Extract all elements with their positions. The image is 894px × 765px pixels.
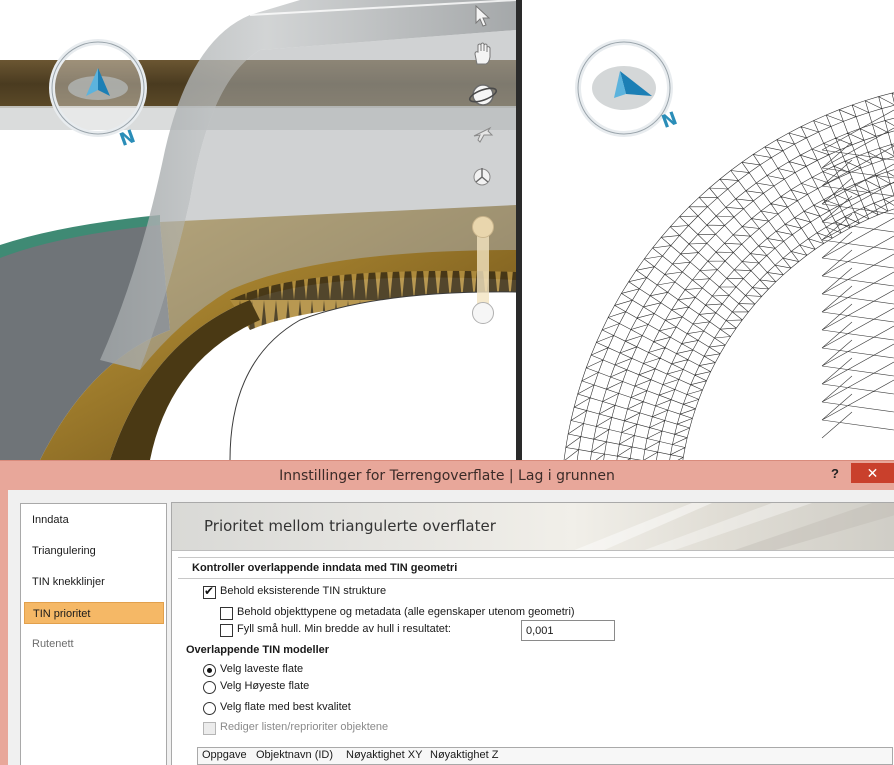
edit-list-label: Rediger listen/reprioriter objektene bbox=[220, 721, 389, 733]
settings-nav-list: Inndata Triangulering TIN knekklinjer TI… bbox=[20, 503, 167, 765]
section-header-overlap-tin: Overlappende TIN modeller bbox=[186, 644, 330, 656]
dialog-body: Inndata Triangulering TIN knekklinjer TI… bbox=[0, 490, 894, 765]
min-hole-width-input[interactable] bbox=[521, 620, 615, 641]
help-button[interactable]: ? bbox=[821, 463, 849, 485]
terrain-settings-dialog: Innstillinger for Terrengoverflate | Lag… bbox=[0, 460, 894, 765]
nav-item-triangulering[interactable]: Triangulering bbox=[24, 540, 164, 562]
nav-item-tin-knekklinjer[interactable]: TIN knekklinjer bbox=[24, 571, 164, 593]
separator bbox=[178, 557, 894, 558]
column-header-objektnavn[interactable]: Objektnavn (ID) bbox=[256, 749, 333, 761]
keep-tin-label: Behold eksisterende TIN strukture bbox=[220, 585, 387, 597]
viewport-area[interactable]: N N bbox=[0, 0, 894, 460]
lowest-surface-label: Velg laveste flate bbox=[220, 663, 304, 675]
best-quality-radio[interactable] bbox=[203, 702, 216, 715]
right-wireframe-viewport[interactable]: N bbox=[522, 0, 894, 460]
column-header-accuracy-xy[interactable]: Nøyaktighet XY bbox=[346, 749, 422, 761]
close-button[interactable]: ✕ bbox=[851, 463, 894, 483]
nav-item-tin-prioritet[interactable]: TIN prioritet bbox=[24, 602, 164, 624]
settings-content-panel: Prioritet mellom triangulerte overflater… bbox=[171, 502, 894, 765]
highest-surface-label: Velg Høyeste flate bbox=[220, 680, 310, 692]
section-banner: Prioritet mellom triangulerte overflater bbox=[172, 503, 894, 551]
zoom-slider-handle[interactable] bbox=[472, 302, 494, 324]
priority-table-header: Oppgave Objektnavn (ID) Nøyaktighet XY N… bbox=[197, 747, 893, 765]
keep-tin-checkbox[interactable] bbox=[203, 584, 216, 599]
fill-holes-checkbox[interactable] bbox=[220, 624, 233, 637]
column-header-accuracy-z[interactable]: Nøyaktighet Z bbox=[430, 749, 498, 761]
pan-hand-icon[interactable] bbox=[470, 42, 494, 66]
keep-types-label: Behold objekttypene og metadata (alle eg… bbox=[237, 606, 575, 618]
lowest-surface-radio[interactable] bbox=[203, 664, 216, 677]
zoom-slider-top-handle[interactable] bbox=[472, 216, 494, 238]
fly-icon[interactable] bbox=[470, 122, 494, 146]
section-title: Prioritet mellom triangulerte overflater bbox=[204, 517, 496, 535]
compass-widget[interactable] bbox=[48, 38, 152, 148]
keep-types-checkbox[interactable] bbox=[220, 607, 233, 620]
left-3d-viewport[interactable]: N bbox=[0, 0, 516, 460]
highest-surface-radio[interactable] bbox=[203, 681, 216, 694]
pointer-arrow-icon[interactable] bbox=[470, 4, 494, 28]
dialog-title: Innstillinger for Terrengoverflate | Lag… bbox=[279, 468, 615, 484]
fill-holes-label: Fyll små hull. Min bredde av hull i resu… bbox=[237, 623, 451, 635]
edit-list-checkbox[interactable] bbox=[203, 722, 216, 735]
dialog-titlebar[interactable]: Innstillinger for Terrengoverflate | Lag… bbox=[0, 460, 894, 490]
nav-item-inndata[interactable]: Inndata bbox=[24, 509, 164, 531]
best-quality-label: Velg flate med best kvalitet bbox=[220, 701, 351, 713]
nav-item-rutenett[interactable]: Rutenett bbox=[24, 633, 164, 655]
separator bbox=[178, 578, 894, 579]
column-header-oppgave[interactable]: Oppgave bbox=[202, 749, 247, 761]
orbit-icon[interactable] bbox=[468, 80, 498, 110]
walk-icon[interactable] bbox=[470, 164, 494, 188]
section-header-overlap-input: Kontroller overlappende inndata med TIN … bbox=[192, 562, 458, 574]
